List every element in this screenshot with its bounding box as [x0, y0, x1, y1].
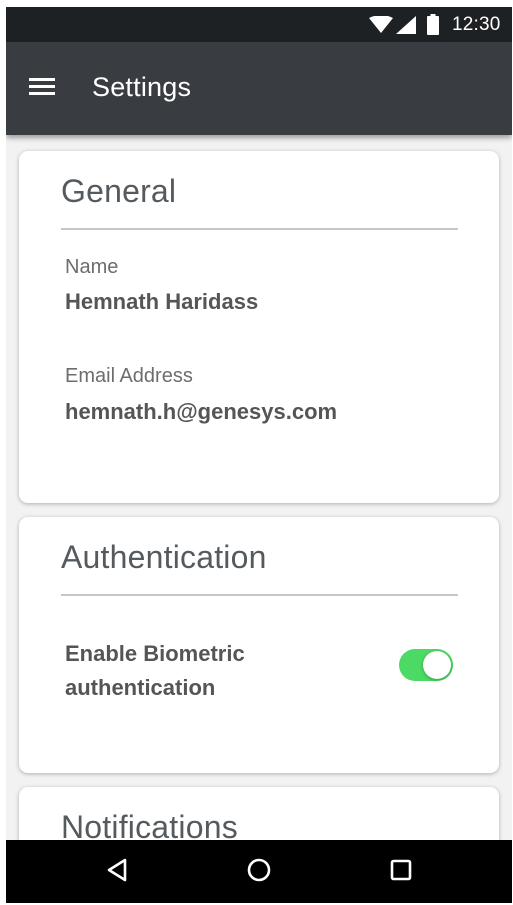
general-title: General	[61, 173, 177, 209]
authentication-divider	[61, 594, 458, 596]
status-time: 12:30	[452, 14, 501, 35]
cell-signal-icon	[396, 16, 416, 39]
general-divider	[61, 228, 458, 230]
menu-icon	[29, 76, 55, 101]
status-bar: 12:30	[6, 7, 512, 42]
name-value: Hemnath Haridass	[65, 289, 259, 314]
home-icon	[247, 858, 271, 887]
menu-button[interactable]	[24, 70, 60, 106]
back-button[interactable]	[99, 854, 135, 890]
nav-bar	[6, 840, 512, 903]
name-label: Name	[65, 256, 119, 278]
back-icon	[106, 858, 128, 887]
toggle-thumb	[423, 651, 451, 679]
notifications-card: Notifications	[19, 787, 499, 840]
email-label: Email Address	[65, 365, 193, 387]
battery-icon	[427, 14, 439, 40]
phone-screen: 12:30 Settings General Name Hemnath Hari…	[6, 7, 512, 903]
authentication-title: Authentication	[61, 539, 267, 575]
general-card: General Name Hemnath Haridass Email Addr…	[19, 151, 499, 503]
biometric-label: Enable Biometric authentication	[65, 641, 245, 700]
recents-button[interactable]	[383, 854, 419, 890]
wifi-icon	[369, 15, 393, 39]
page-title: Settings	[92, 72, 192, 102]
authentication-card: Authentication Enable Biometric authenti…	[19, 517, 499, 773]
biometric-toggle[interactable]	[397, 647, 455, 683]
home-button[interactable]	[241, 854, 277, 890]
email-value: hemnath.h@genesys.com	[65, 399, 338, 424]
notifications-title: Notifications	[61, 809, 238, 840]
recents-icon	[390, 859, 412, 886]
settings-content[interactable]: General Name Hemnath Haridass Email Addr…	[6, 135, 512, 840]
app-bar: Settings	[6, 42, 512, 135]
